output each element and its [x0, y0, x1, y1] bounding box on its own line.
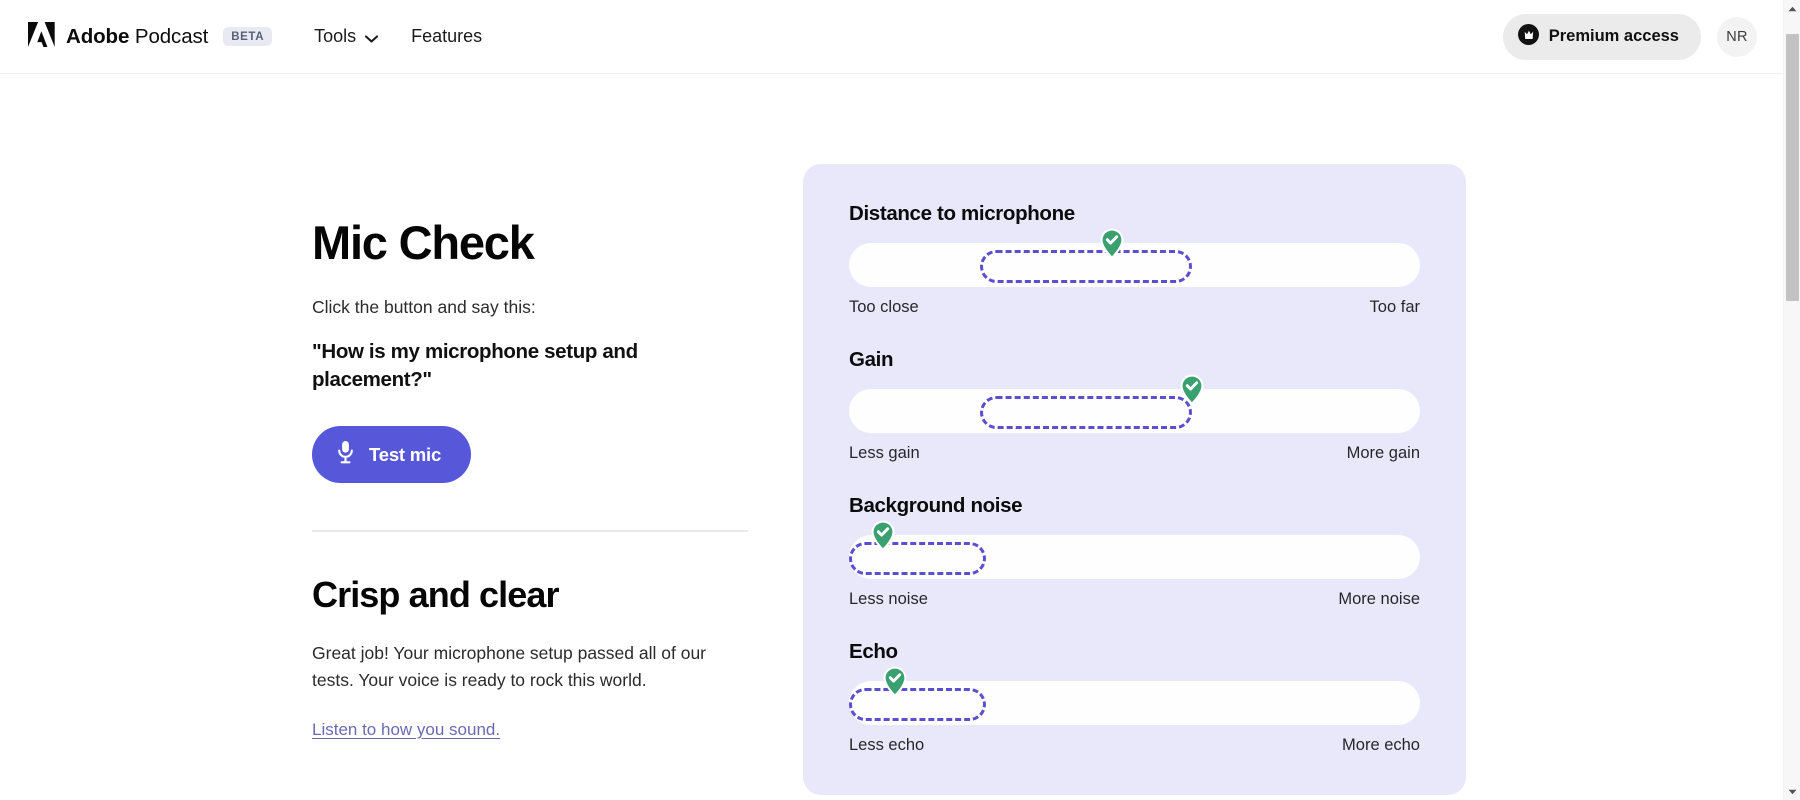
- meter-scale-labels: Less gain More gain: [849, 444, 1420, 463]
- nav-item-features-label: Features: [411, 26, 482, 47]
- nav-item-tools-label: Tools: [314, 26, 356, 47]
- metric-row: Background noise Less noise More noise: [849, 494, 1420, 609]
- crown-circle-icon: [1518, 24, 1539, 50]
- result-title: Crisp and clear: [312, 574, 748, 616]
- metric-label: Echo: [849, 640, 1420, 664]
- meter-scale-left: Less noise: [849, 590, 928, 609]
- mic-check-results-panel: Distance to microphone Too close Too far Ga…: [803, 164, 1466, 795]
- meter-scale-labels: Too close Too far: [849, 298, 1420, 317]
- scroll-down-arrow-icon[interactable]: [1784, 783, 1800, 800]
- meter-scale-left: Less gain: [849, 444, 920, 463]
- meter-check-pin-icon: [1097, 227, 1127, 265]
- meter-scale-left: Less echo: [849, 736, 924, 755]
- premium-access-label: Premium access: [1549, 27, 1679, 46]
- meter-scale-right: More noise: [1338, 590, 1420, 609]
- meter-target-zone: [980, 396, 1191, 429]
- brand[interactable]: Adobe Podcast BETA: [28, 22, 272, 52]
- meter-check-pin-icon: [880, 665, 910, 703]
- meter-scale-left: Too close: [849, 298, 919, 317]
- meter-check-pin-icon: [868, 519, 898, 557]
- test-mic-button[interactable]: Test mic: [312, 426, 471, 483]
- meter-scale-right: More echo: [1342, 736, 1420, 755]
- app-window: Adobe Podcast BETA Tools Features: [0, 0, 1783, 800]
- meter-target-zone: [980, 250, 1191, 283]
- metric-meter: [849, 243, 1420, 287]
- metric-row: Distance to microphone Too close Too far: [849, 202, 1420, 317]
- instruction-text: Click the button and say this:: [312, 295, 748, 320]
- meter-scale-labels: Less echo More echo: [849, 736, 1420, 755]
- meter-scale-right: More gain: [1347, 444, 1420, 463]
- metric-meter: [849, 681, 1420, 725]
- avatar-initials: NR: [1726, 29, 1748, 45]
- header-actions: Premium access NR: [1503, 14, 1757, 60]
- right-column: Distance to microphone Too close Too far Ga…: [803, 90, 1466, 795]
- meter-check-pin-icon: [1177, 373, 1207, 411]
- window-scrollbar[interactable]: [1783, 0, 1800, 800]
- metric-label: Background noise: [849, 494, 1420, 518]
- scroll-thumb[interactable]: [1786, 34, 1799, 301]
- metric-label: Distance to microphone: [849, 202, 1420, 226]
- brand-name-light: Podcast: [129, 25, 208, 48]
- meter-scale-labels: Less noise More noise: [849, 590, 1420, 609]
- chevron-down-icon: [365, 27, 378, 48]
- test-mic-label: Test mic: [369, 444, 441, 466]
- premium-access-button[interactable]: Premium access: [1503, 14, 1701, 60]
- nav-item-features[interactable]: Features: [411, 26, 482, 47]
- app-header: Adobe Podcast BETA Tools Features: [0, 0, 1783, 74]
- brand-name: Adobe Podcast: [66, 25, 208, 49]
- brand-name-bold: Adobe: [66, 25, 129, 48]
- prompt-phrase: "How is my microphone setup and placemen…: [312, 338, 748, 393]
- meter-target-zone: [849, 688, 986, 721]
- metric-meter: [849, 389, 1420, 433]
- meter-scale-right: Too far: [1370, 298, 1420, 317]
- microphone-icon: [336, 440, 355, 469]
- adobe-a-logo-icon: [28, 22, 55, 52]
- page-content: Mic Check Click the button and say this:…: [0, 74, 1783, 795]
- metric-row: Echo Less echo More echo: [849, 640, 1420, 755]
- avatar[interactable]: NR: [1717, 17, 1757, 57]
- listen-to-how-you-sound-link[interactable]: Listen to how you sound.: [312, 720, 500, 740]
- page-title: Mic Check: [312, 218, 748, 269]
- left-column: Mic Check Click the button and say this:…: [0, 90, 803, 740]
- result-body: Great job! Your microphone setup passed …: [312, 640, 744, 693]
- section-divider: [312, 530, 748, 532]
- nav-item-tools[interactable]: Tools: [314, 25, 378, 48]
- metric-meter: [849, 535, 1420, 579]
- scroll-up-arrow-icon[interactable]: [1784, 0, 1800, 17]
- metric-row: Gain Less gain More gain: [849, 348, 1420, 463]
- metric-label: Gain: [849, 348, 1420, 372]
- main-nav: Tools Features: [314, 25, 482, 48]
- beta-badge: BETA: [223, 27, 272, 46]
